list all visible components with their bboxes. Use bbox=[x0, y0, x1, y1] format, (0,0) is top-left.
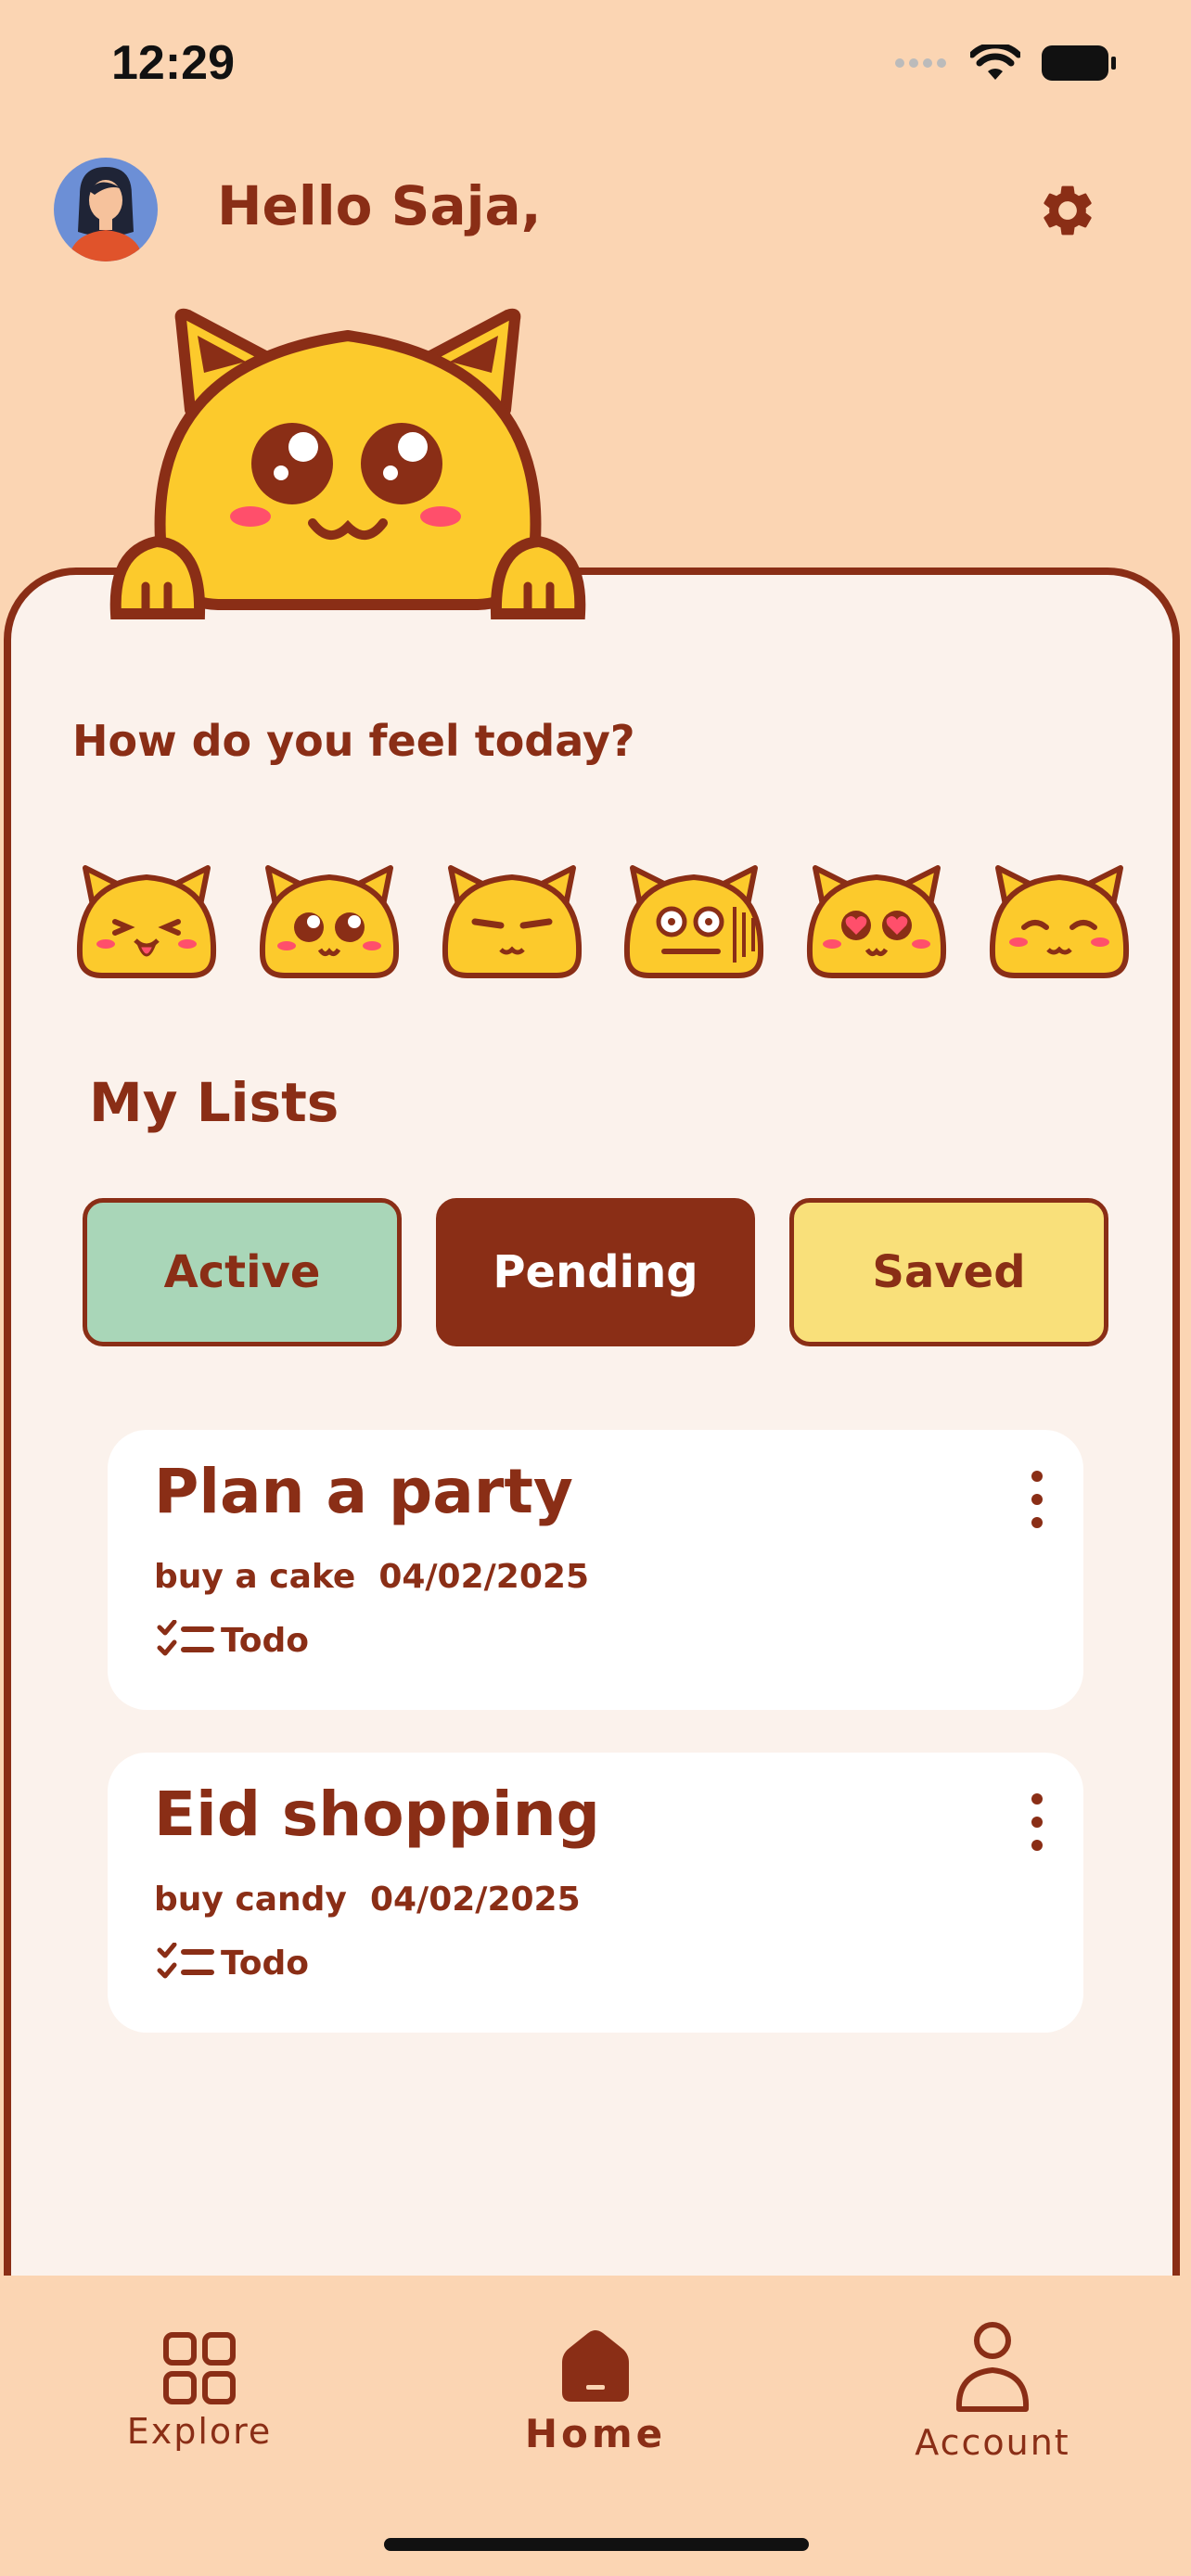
home-icon bbox=[562, 2330, 629, 2402]
mood-selector bbox=[74, 861, 1132, 981]
list-item[interactable]: Plan a party buy a cake 04/02/2025 Todo bbox=[108, 1430, 1083, 1710]
mood-question: How do you feel today? bbox=[72, 716, 635, 766]
app-screen: 12:29 Hello Saja, How do you feel today?… bbox=[0, 0, 1191, 2576]
nav-home[interactable]: Home bbox=[524, 2327, 667, 2456]
list-item-tag: Todo bbox=[156, 1943, 309, 1983]
cat-mascot-icon bbox=[109, 308, 586, 619]
home-indicator[interactable] bbox=[384, 2538, 809, 2551]
status-icons bbox=[894, 45, 1117, 82]
list-item-tag-label: Todo bbox=[221, 1944, 310, 1983]
playful-cat-icon[interactable] bbox=[74, 861, 219, 981]
gear-icon[interactable] bbox=[1037, 180, 1098, 241]
bottom-nav: Explore Home Account bbox=[0, 2276, 1191, 2576]
list-item-title: Eid shopping bbox=[154, 1779, 600, 1850]
nav-explore-label: Explore bbox=[126, 2411, 273, 2452]
list-item-subtitle: buy a cake 04/02/2025 bbox=[154, 1558, 590, 1596]
tab-saved[interactable]: Saved bbox=[789, 1198, 1108, 1346]
nav-account-label: Account bbox=[915, 2422, 1070, 2463]
dizzy-cat-icon[interactable] bbox=[621, 861, 766, 981]
checklist-icon bbox=[157, 1943, 214, 1979]
signal-icon bbox=[895, 58, 946, 68]
greeting-text: Hello Saja, bbox=[217, 174, 542, 237]
list-item[interactable]: Eid shopping buy candy 04/02/2025 Todo bbox=[108, 1753, 1083, 2033]
wifi-icon bbox=[970, 45, 1020, 80]
list-tabs: Active Pending Saved bbox=[83, 1198, 1108, 1346]
nav-account[interactable]: Account bbox=[914, 2320, 1071, 2463]
list-item-subtitle: buy candy 04/02/2025 bbox=[154, 1881, 581, 1919]
my-lists-heading: My Lists bbox=[89, 1071, 339, 1134]
tab-active[interactable]: Active bbox=[83, 1198, 402, 1346]
more-vert-icon[interactable] bbox=[1018, 1790, 1056, 1855]
list-item-tag-label: Todo bbox=[221, 1621, 310, 1660]
grid-icon bbox=[163, 2332, 236, 2404]
in-love-cat-icon[interactable] bbox=[804, 861, 949, 981]
status-time: 12:29 bbox=[111, 36, 235, 90]
avatar[interactable] bbox=[54, 158, 158, 261]
checklist-icon bbox=[157, 1620, 214, 1656]
avatar-image bbox=[54, 158, 158, 261]
user-icon bbox=[955, 2322, 1030, 2412]
amazed-cat-icon[interactable] bbox=[257, 861, 402, 981]
tab-pending[interactable]: Pending bbox=[436, 1198, 755, 1346]
nav-explore[interactable]: Explore bbox=[127, 2331, 270, 2452]
battery-icon bbox=[1042, 45, 1116, 81]
list-item-tag: Todo bbox=[156, 1620, 309, 1661]
more-vert-icon[interactable] bbox=[1018, 1467, 1056, 1532]
nav-home-label: Home bbox=[524, 2411, 667, 2456]
annoyed-cat-icon[interactable] bbox=[440, 861, 584, 981]
content-cat-icon[interactable] bbox=[987, 861, 1132, 981]
list-item-title: Plan a party bbox=[154, 1456, 573, 1527]
